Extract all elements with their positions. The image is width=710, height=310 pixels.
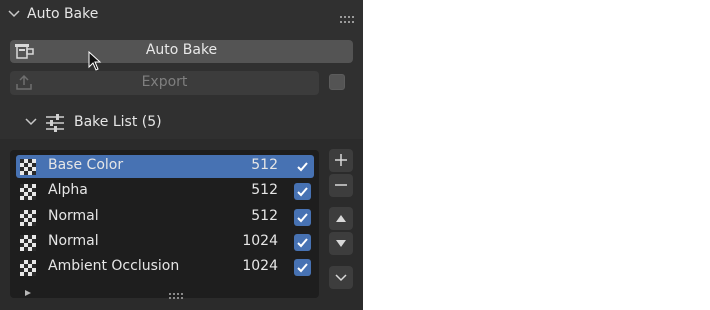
chevron-down-icon <box>335 274 347 282</box>
list-item[interactable]: Ambient Occlusion 1024 <box>16 256 314 279</box>
list-item-resolution: 1024 <box>242 258 278 274</box>
panel-header[interactable]: Auto Bake <box>0 0 363 28</box>
enabled-checkbox[interactable] <box>294 183 311 200</box>
add-item-button[interactable] <box>329 149 353 172</box>
enabled-checkbox[interactable] <box>294 259 311 276</box>
list-item[interactable]: Alpha 512 <box>16 180 314 203</box>
list-item-name: Ambient Occlusion <box>48 258 180 274</box>
list-item-name: Base Color <box>48 157 124 173</box>
list-item[interactable]: Normal 512 <box>16 206 314 229</box>
move-up-button[interactable] <box>329 207 353 230</box>
enabled-checkbox[interactable] <box>294 234 311 251</box>
list-item-resolution: 1024 <box>242 233 278 249</box>
checker-texture-icon <box>20 184 36 200</box>
more-options-button[interactable] <box>329 266 353 289</box>
checker-texture-icon <box>20 235 36 251</box>
sliders-icon <box>45 113 65 137</box>
checker-texture-icon <box>20 159 36 175</box>
auto-bake-panel: Auto Bake Auto Bake Export Bake List (5)… <box>0 0 363 310</box>
triangle-right-icon[interactable] <box>24 282 32 301</box>
minus-icon <box>335 184 347 186</box>
checkmark-icon <box>297 162 308 172</box>
export-button[interactable]: Export <box>10 71 319 95</box>
chevron-down-icon[interactable] <box>8 9 20 19</box>
drag-handle-icon[interactable] <box>340 9 356 28</box>
list-item-resolution: 512 <box>251 157 278 173</box>
remove-item-button[interactable] <box>329 174 353 197</box>
checkmark-icon <box>297 187 308 197</box>
checker-texture-icon <box>20 210 36 226</box>
enabled-checkbox[interactable] <box>294 209 311 226</box>
list-item-resolution: 512 <box>251 182 278 198</box>
enabled-checkbox[interactable] <box>294 158 311 175</box>
checker-texture-icon <box>20 260 36 276</box>
triangle-up-icon <box>336 215 346 222</box>
list-item-name: Alpha <box>48 182 88 198</box>
export-checkbox[interactable] <box>329 74 345 90</box>
triangle-down-icon <box>336 240 346 247</box>
list-item-resolution: 512 <box>251 208 278 224</box>
checkmark-icon <box>297 263 308 273</box>
list-item[interactable]: Normal 1024 <box>16 231 314 254</box>
list-item-name: Normal <box>48 233 99 249</box>
export-label: Export <box>141 74 188 90</box>
resize-grip-icon[interactable] <box>169 284 183 303</box>
plus-icon <box>335 154 347 166</box>
list-item[interactable]: Base Color 512 <box>16 155 314 178</box>
list-item-name: Normal <box>48 208 99 224</box>
panel-title: Auto Bake <box>27 6 99 22</box>
move-down-button[interactable] <box>329 232 353 255</box>
chevron-down-icon[interactable] <box>25 117 37 127</box>
auto-bake-button[interactable]: Auto Bake <box>10 40 353 63</box>
bake-list-title[interactable]: Bake List (5) <box>74 113 162 131</box>
checkmark-icon <box>297 238 308 248</box>
auto-bake-label: Auto Bake <box>145 42 218 58</box>
checkmark-icon <box>297 213 308 223</box>
